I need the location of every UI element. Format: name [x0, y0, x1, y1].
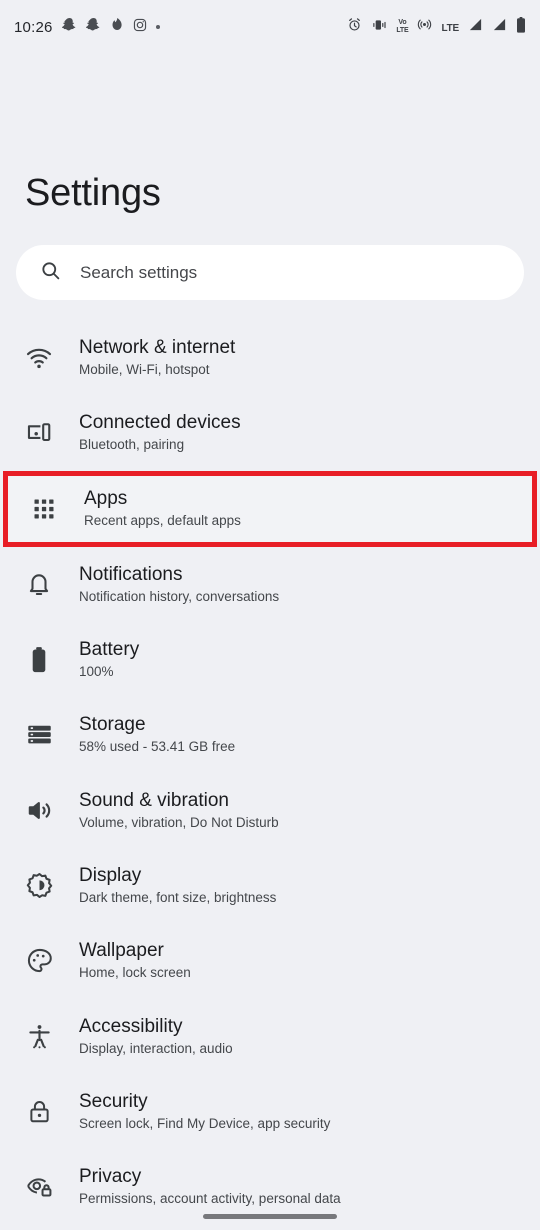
page-title: Settings	[25, 172, 161, 214]
settings-item-title: Storage	[79, 714, 146, 736]
palette-icon	[20, 947, 58, 974]
search-placeholder: Search settings	[80, 262, 198, 282]
settings-item-title: Security	[79, 1090, 148, 1112]
settings-item-subtitle: Mobile, Wi-Fi, hotspot	[79, 362, 210, 378]
settings-item-title: Apps	[84, 488, 128, 510]
settings-item-notifications[interactable]: Notifications Notification history, conv…	[0, 547, 540, 622]
settings-item-subtitle: 100%	[79, 664, 114, 680]
settings-item-privacy[interactable]: Privacy Permissions, account activity, p…	[0, 1149, 540, 1224]
bell-icon	[20, 571, 58, 597]
settings-item-title: Sound & vibration	[79, 789, 229, 811]
storage-icon	[20, 721, 58, 748]
settings-item-subtitle: Display, interaction, audio	[79, 1040, 233, 1056]
eye-lock-icon	[20, 1173, 58, 1200]
settings-item-subtitle: Recent apps, default apps	[84, 513, 241, 529]
settings-item-title: Network & internet	[79, 337, 236, 359]
hotspot-icon	[417, 17, 432, 37]
search-icon	[40, 260, 61, 286]
status-bar-right: Vo LTE LTE	[347, 16, 526, 38]
brightness-icon	[20, 872, 58, 899]
settings-item-subtitle: Home, lock screen	[79, 965, 191, 981]
settings-item-subtitle: Notification history, conversations	[79, 588, 280, 604]
lock-icon	[20, 1099, 58, 1124]
settings-item-display[interactable]: Display Dark theme, font size, brightnes…	[0, 848, 540, 923]
settings-item-title: Privacy	[79, 1166, 142, 1188]
accessibility-person-icon	[20, 1023, 58, 1050]
settings-item-text: Security Screen lock, Find My Device, ap…	[79, 1091, 330, 1132]
vibrate-icon	[371, 18, 387, 37]
instagram-icon	[133, 18, 147, 37]
apps-grid-icon	[25, 497, 63, 521]
settings-item-text: Notifications Notification history, conv…	[79, 564, 279, 605]
settings-item-title: Notifications	[79, 563, 183, 585]
status-bar-left: 10:26	[14, 17, 160, 37]
settings-item-text: Storage 58% used - 53.41 GB free	[79, 714, 235, 755]
settings-item-sound-vibration[interactable]: Sound & vibration Volume, vibration, Do …	[0, 772, 540, 847]
battery-icon	[516, 16, 526, 38]
settings-item-subtitle: 58% used - 53.41 GB free	[79, 739, 236, 755]
status-bar: 10:26 Vo LTE LTE	[0, 0, 540, 54]
settings-item-text: Display Dark theme, font size, brightnes…	[79, 865, 276, 906]
alarm-icon	[347, 17, 362, 37]
settings-item-text: Sound & vibration Volume, vibration, Do …	[79, 790, 279, 831]
settings-item-text: Network & internet Mobile, Wi-Fi, hotspo…	[79, 337, 235, 378]
settings-item-subtitle: Dark theme, font size, brightness	[79, 889, 277, 905]
settings-item-battery[interactable]: Battery 100%	[0, 622, 540, 697]
settings-item-title: Display	[79, 864, 142, 886]
settings-item-network-internet[interactable]: Network & internet Mobile, Wi-Fi, hotspo…	[0, 320, 540, 395]
settings-item-security[interactable]: Security Screen lock, Find My Device, ap…	[0, 1074, 540, 1149]
settings-item-apps[interactable]: Apps Recent apps, default apps	[3, 470, 537, 547]
status-bar-clock: 10:26	[14, 18, 53, 36]
volte-label-line1: Vo	[398, 19, 407, 26]
settings-item-title: Wallpaper	[79, 940, 164, 962]
settings-item-text: Privacy Permissions, account activity, p…	[79, 1166, 341, 1207]
settings-item-subtitle: Screen lock, Find My Device, app securit…	[79, 1115, 331, 1131]
battery-icon	[20, 646, 58, 674]
home-gesture-bar[interactable]	[203, 1214, 337, 1219]
settings-item-title: Accessibility	[79, 1015, 183, 1037]
settings-item-accessibility[interactable]: Accessibility Display, interaction, audi…	[0, 998, 540, 1073]
lte-icon: LTE	[441, 22, 459, 34]
settings-item-text: Connected devices Bluetooth, pairing	[79, 412, 241, 453]
snapchat-icon	[85, 17, 101, 37]
more-notifications-dot-icon	[155, 25, 160, 29]
signal-bars-icon	[492, 17, 507, 37]
settings-item-text: Wallpaper Home, lock screen	[79, 940, 191, 981]
settings-item-storage[interactable]: Storage 58% used - 53.41 GB free	[0, 697, 540, 772]
settings-item-title: Battery	[79, 639, 140, 661]
tinder-flame-icon	[110, 17, 124, 37]
settings-item-wallpaper[interactable]: Wallpaper Home, lock screen	[0, 923, 540, 998]
settings-item-text: Accessibility Display, interaction, audi…	[79, 1016, 233, 1057]
settings-item-text: Apps Recent apps, default apps	[84, 488, 241, 529]
settings-item-subtitle: Permissions, account activity, personal …	[79, 1191, 341, 1207]
settings-item-subtitle: Volume, vibration, Do Not Disturb	[79, 814, 279, 830]
settings-item-title: Connected devices	[79, 412, 241, 434]
volte-label-line2: LTE	[396, 27, 409, 34]
search-input[interactable]: Search settings	[16, 245, 524, 300]
settings-item-subtitle: Bluetooth, pairing	[79, 437, 185, 453]
volume-icon	[20, 797, 58, 824]
volte-icon: Vo LTE	[396, 19, 408, 35]
connected-devices-icon	[20, 419, 58, 447]
settings-item-text: Battery 100%	[79, 639, 139, 680]
signal-bars-icon	[468, 17, 483, 37]
settings-list: Network & internet Mobile, Wi-Fi, hotspo…	[0, 320, 540, 1224]
snapchat-icon	[61, 17, 77, 37]
wifi-icon	[20, 344, 58, 372]
settings-item-connected-devices[interactable]: Connected devices Bluetooth, pairing	[0, 395, 540, 470]
